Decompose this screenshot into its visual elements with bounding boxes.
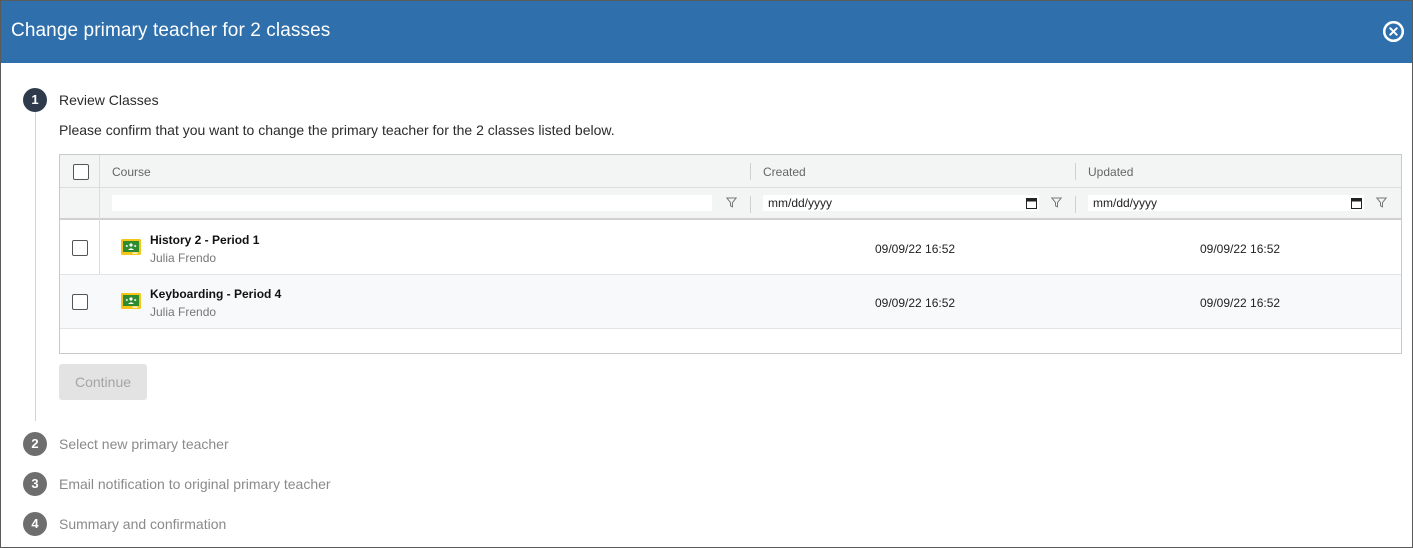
step-4-number: 4 <box>23 512 47 536</box>
filter-icon[interactable] <box>1376 197 1387 208</box>
column-divider <box>750 196 751 213</box>
step-3-label: Email notification to original primary t… <box>59 476 331 492</box>
table-row[interactable]: Keyboarding - Period 4 Julia Frendo 09/0… <box>60 275 1401 329</box>
calendar-icon[interactable] <box>1351 197 1362 209</box>
created-date-filter-input[interactable]: mm/dd/yyyy <box>763 195 1039 211</box>
close-button[interactable] <box>1383 21 1404 42</box>
select-all-checkbox[interactable] <box>73 164 89 180</box>
created-date: 09/09/22 16:52 <box>875 296 956 310</box>
created-date: 09/09/22 16:52 <box>875 242 956 256</box>
filter-icon[interactable] <box>726 197 737 208</box>
updated-date: 09/09/22 16:52 <box>1200 242 1281 256</box>
classes-table: Course Created Updated mm/dd/yyyy mm/dd/… <box>59 154 1402 354</box>
row-checkbox[interactable] <box>72 240 88 256</box>
course-filter-input[interactable] <box>112 195 712 211</box>
step-2-label: Select new primary teacher <box>59 436 229 452</box>
column-divider[interactable] <box>750 163 751 180</box>
updated-date-placeholder: mm/dd/yyyy <box>1093 196 1158 210</box>
dialog-header: Change primary teacher for 2 classes <box>1 1 1412 63</box>
created-date-placeholder: mm/dd/yyyy <box>768 196 833 210</box>
dialog-title: Change primary teacher for 2 classes <box>11 20 331 41</box>
filter-icon[interactable] <box>1051 197 1062 208</box>
column-header-created[interactable]: Created <box>763 165 806 179</box>
change-primary-teacher-dialog: Change primary teacher for 2 classes 1 R… <box>0 0 1413 548</box>
column-header-updated[interactable]: Updated <box>1088 165 1133 179</box>
step-2-number: 2 <box>23 432 47 456</box>
table-filter-row: mm/dd/yyyy mm/dd/yyyy <box>60 188 1401 220</box>
calendar-icon[interactable] <box>1026 197 1037 209</box>
column-divider[interactable] <box>1075 163 1076 180</box>
course-name[interactable]: Keyboarding - Period 4 <box>150 287 281 301</box>
step-1-number: 1 <box>23 88 47 112</box>
review-instructions: Please confirm that you want to change t… <box>59 122 615 138</box>
stepper-rail <box>35 111 36 421</box>
table-row[interactable]: History 2 - Period 1 Julia Frendo 09/09/… <box>60 221 1401 275</box>
primary-teacher-name: Julia Frendo <box>150 305 217 319</box>
google-classroom-icon <box>121 239 141 255</box>
close-icon <box>1383 21 1404 42</box>
step-1-label: Review Classes <box>59 92 159 108</box>
google-classroom-icon <box>121 293 141 309</box>
step-3-number: 3 <box>23 472 47 496</box>
updated-date-filter-input[interactable]: mm/dd/yyyy <box>1088 195 1364 211</box>
column-divider <box>1075 196 1076 213</box>
step-4-label: Summary and confirmation <box>59 516 227 532</box>
table-header-row: Course Created Updated <box>60 155 1401 188</box>
row-checkbox[interactable] <box>72 294 88 310</box>
primary-teacher-name: Julia Frendo <box>150 251 217 265</box>
course-name[interactable]: History 2 - Period 1 <box>150 233 259 247</box>
continue-button[interactable]: Continue <box>59 364 147 400</box>
column-header-course[interactable]: Course <box>112 165 151 179</box>
updated-date: 09/09/22 16:52 <box>1200 296 1281 310</box>
